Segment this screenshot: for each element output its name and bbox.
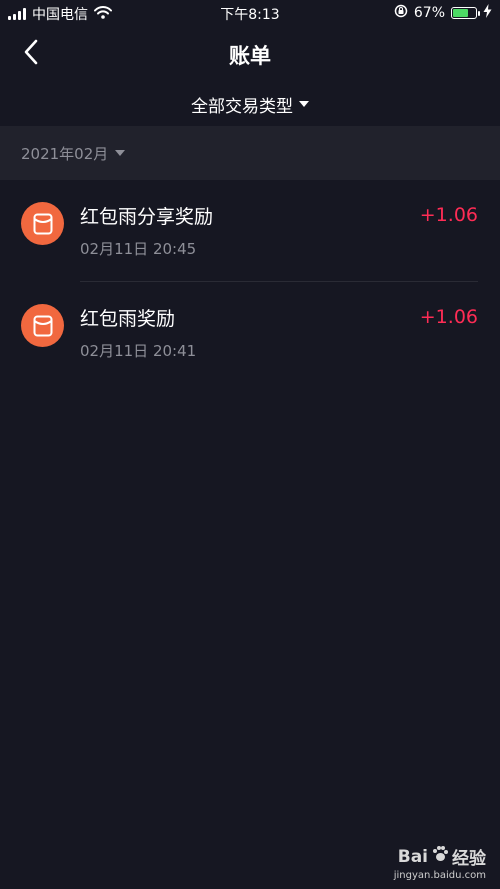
battery-percent: 67% bbox=[413, 5, 445, 21]
caret-down-icon bbox=[115, 150, 126, 156]
transaction-amount: +1.06 bbox=[419, 204, 478, 226]
transaction-title: 红包雨奖励 bbox=[80, 308, 176, 330]
rotation-lock-icon bbox=[394, 4, 408, 22]
red-envelope-icon bbox=[21, 202, 64, 245]
transaction-time: 02月11日 20:45 bbox=[80, 240, 197, 258]
watermark-brand-suffix: 经验 bbox=[452, 849, 486, 869]
status-right: 67% bbox=[394, 4, 492, 22]
transaction-title: 红包雨分享奖励 bbox=[80, 206, 214, 228]
red-envelope-icon bbox=[21, 304, 64, 347]
transaction-row[interactable]: 红包雨分享奖励 02月11日 20:45 +1.06 bbox=[0, 180, 500, 282]
transaction-amount: +1.06 bbox=[419, 306, 478, 328]
watermark-url: jingyan.baidu.com bbox=[393, 870, 486, 881]
filter-row: 全部交易类型 bbox=[0, 86, 500, 122]
transaction-row[interactable]: 红包雨奖励 02月11日 20:41 +1.06 bbox=[0, 282, 500, 384]
transaction-type-filter[interactable]: 全部交易类型 bbox=[191, 92, 309, 117]
baidu-jingyan-watermark: Bai 经验 jingyan.baidu.com bbox=[366, 844, 486, 881]
watermark-logo: Bai 经验 bbox=[366, 844, 486, 869]
month-selector[interactable]: 2021年02月 bbox=[21, 143, 126, 164]
transaction-list: 红包雨分享奖励 02月11日 20:45 +1.06 红包雨奖励 02月11日 … bbox=[0, 180, 500, 384]
battery-icon bbox=[451, 7, 480, 19]
watermark-brand: Bai bbox=[397, 846, 428, 867]
filter-label: 全部交易类型 bbox=[191, 96, 293, 117]
caret-down-icon bbox=[299, 101, 309, 107]
month-header: 2021年02月 bbox=[0, 126, 500, 180]
transaction-time: 02月11日 20:41 bbox=[80, 342, 197, 360]
screen: 中国电信 下午8:13 67% 账单 全部交易类型 2021年02月 红包雨分享… bbox=[0, 0, 500, 889]
battery-level bbox=[453, 9, 468, 17]
paw-icon bbox=[431, 845, 449, 868]
nav-bar: 账单 bbox=[0, 26, 500, 82]
charging-icon bbox=[483, 4, 492, 22]
status-bar: 中国电信 下午8:13 67% bbox=[0, 0, 500, 26]
page-title: 账单 bbox=[229, 44, 271, 68]
month-label: 2021年02月 bbox=[21, 144, 109, 163]
